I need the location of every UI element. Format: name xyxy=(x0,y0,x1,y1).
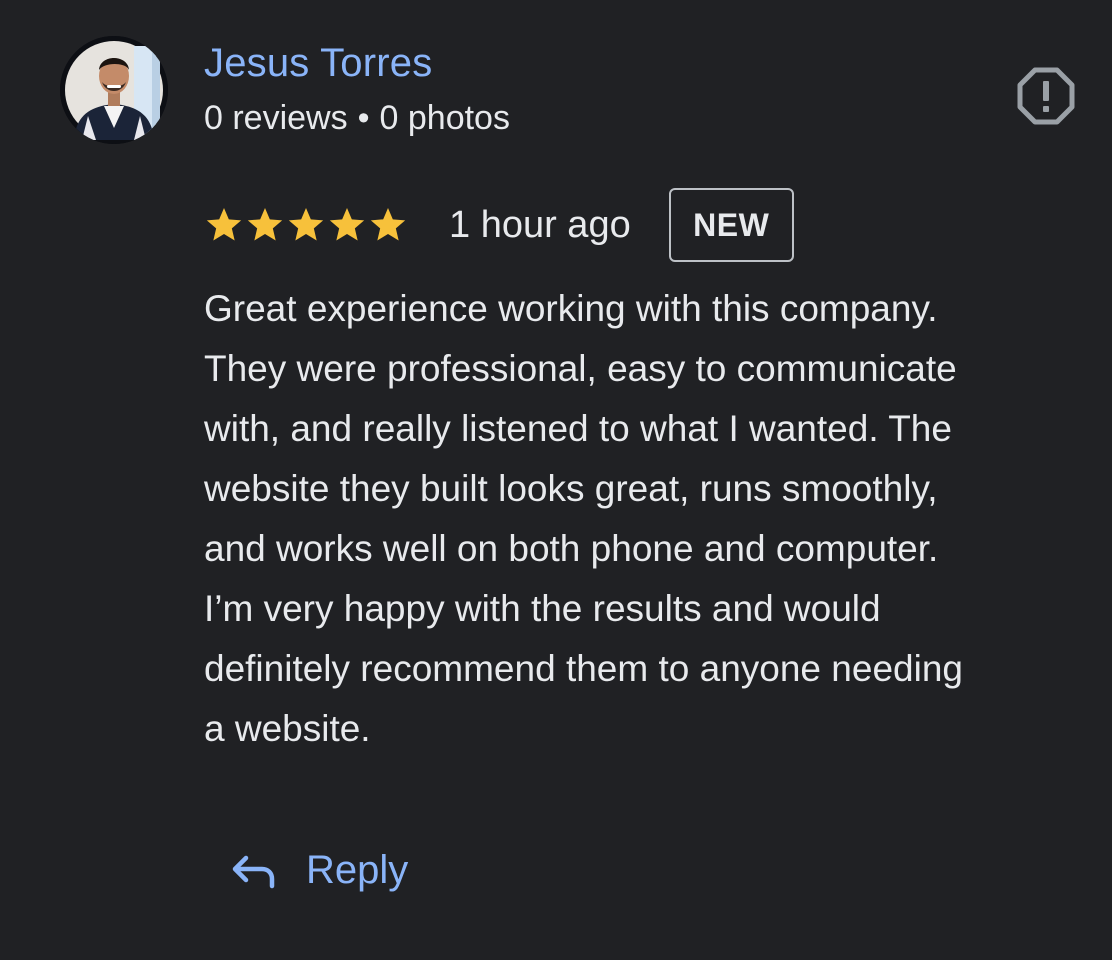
reply-arrow-icon xyxy=(232,855,275,889)
rating-row: 1 hour ago NEW xyxy=(204,188,794,262)
review-time: 1 hour ago xyxy=(449,204,631,246)
star-icon xyxy=(206,208,242,241)
star-rating xyxy=(204,188,409,262)
photo-count: 0 photos xyxy=(379,99,510,137)
review-text-line: They were professional, easy to communic… xyxy=(204,348,957,389)
review-text: Great experience working with this compa… xyxy=(204,279,1104,759)
review-text-line: definitely recommend them to anyone need… xyxy=(204,648,963,689)
meta-separator: • xyxy=(357,99,370,137)
report-icon[interactable] xyxy=(1016,66,1076,126)
review-count: 0 reviews xyxy=(204,99,348,137)
reviewer-stats: 0 reviews • 0 photos xyxy=(204,98,510,138)
review-text-line: a website. xyxy=(204,708,371,749)
review-text-line: and works well on both phone and compute… xyxy=(204,528,939,569)
review-text-line: website they built looks great, runs smo… xyxy=(204,468,938,509)
avatar[interactable] xyxy=(60,36,168,144)
review-text-line: with, and really listened to what I want… xyxy=(204,408,952,449)
star-icon xyxy=(370,208,406,241)
reply-button[interactable]: Reply xyxy=(228,838,408,902)
reply-label: Reply xyxy=(306,848,409,892)
review-text-line: I’m very happy with the results and woul… xyxy=(204,588,881,629)
star-icon xyxy=(247,208,283,241)
star-icon xyxy=(329,208,365,241)
review-card: Jesus Torres 0 reviews • 0 photos 1 hour a… xyxy=(0,0,1112,960)
review-text-line: Great experience working with this compa… xyxy=(204,288,938,329)
star-icon xyxy=(288,208,324,241)
reviewer-name[interactable]: Jesus Torres xyxy=(204,40,432,86)
new-badge: NEW xyxy=(668,188,794,262)
avatar-photo xyxy=(60,36,168,144)
